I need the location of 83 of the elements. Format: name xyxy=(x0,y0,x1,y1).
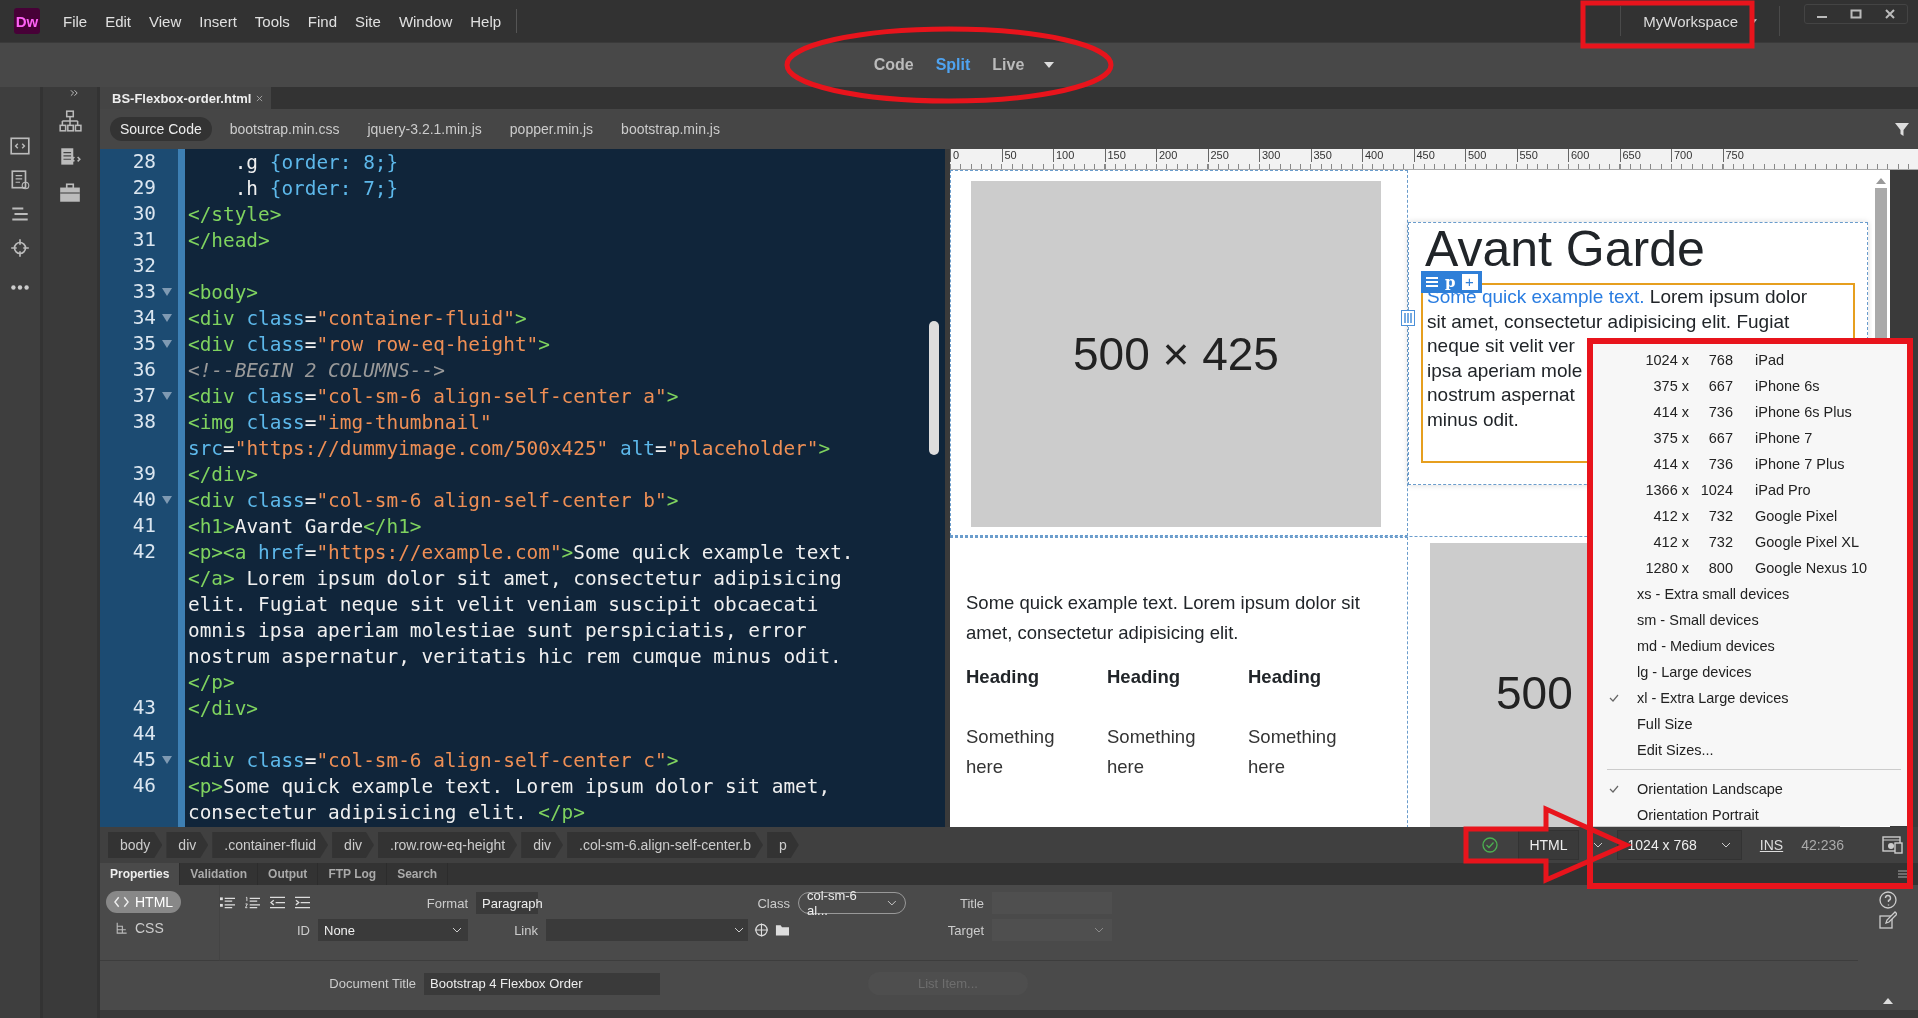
ruler-label: 600 xyxy=(1568,149,1620,162)
code-line: <p>Some quick example text. Lorem ipsum dolor sit amet, xyxy=(188,774,831,798)
code-line: consectetur adipisicing elit. </p> xyxy=(188,800,585,824)
code-line: </p> xyxy=(188,670,235,694)
ruler-label: 450 xyxy=(1413,149,1465,162)
code-line: .h {order: 7;} xyxy=(233,176,399,200)
line-number: 28 xyxy=(132,150,156,173)
code-line: <div class="row row-eq-height"> xyxy=(188,332,550,356)
code-line: <div class="col-sm-6 align-self-center a"> xyxy=(188,384,679,408)
line-number: 37 xyxy=(132,384,156,407)
line-number: 44 xyxy=(132,722,156,745)
ruler-label: 750 xyxy=(1722,149,1774,162)
image-caption: 500 xyxy=(1496,666,1573,720)
table-cell-text: Something here xyxy=(966,725,1056,779)
code-line: <p><a href="https://example.com">Some quick example text. xyxy=(188,540,854,564)
code-line: </a> Lorem ipsum dolor sit amet, consectetur adipisicing xyxy=(188,566,842,590)
field-label: Link xyxy=(513,922,538,938)
line-number: 36 xyxy=(132,358,156,381)
line-number: 34 xyxy=(132,306,156,329)
code-line: nostrum aspernatur, veritatis hic rem cumque minus odit. xyxy=(188,644,842,668)
table-cell-text: Something here xyxy=(1107,725,1197,779)
field-label: Title xyxy=(958,895,984,911)
line-number: 43 xyxy=(132,696,156,719)
paragraph-line: sit amet, consectetur adipisicing elit. Fugiat xyxy=(1427,309,1790,334)
code-line: <img class="img-thumbnail" xyxy=(188,410,492,434)
paragraph-line: minus odit. xyxy=(1427,407,1519,432)
code-line: elit. Fugiat neque sit velit veniam suscipit obcaecati xyxy=(188,592,819,616)
ruler-label: 500 xyxy=(1465,149,1517,162)
code-line: <div class="col-sm-6 align-self-center c"> xyxy=(188,748,679,772)
paragraph: Some quick example text. Lorem ipsum dolor sit amet, consectetur adipisicing elit. xyxy=(966,591,1361,645)
code-line: <div class="col-sm-6 align-self-center b"> xyxy=(188,488,679,512)
table-heading: Heading xyxy=(1248,666,1322,689)
line-number: 35 xyxy=(132,332,156,355)
line-number: 42 xyxy=(132,540,156,563)
field-label: Format xyxy=(425,895,468,911)
ruler-label: 550 xyxy=(1516,149,1568,162)
paragraph-line: neque sit velit ver xyxy=(1427,334,1575,358)
code-line: <!--BEGIN 2 COLUMNS--> xyxy=(188,358,445,382)
line-number: 29 xyxy=(132,176,156,199)
ruler-label: 350 xyxy=(1310,149,1362,162)
table-heading: Heading xyxy=(966,666,1040,689)
line-number: 30 xyxy=(132,202,156,225)
code-line: <body> xyxy=(188,280,259,304)
field-label: Document Title xyxy=(328,976,416,991)
ruler-label: 50 xyxy=(1001,149,1053,162)
field-label: Class xyxy=(756,895,790,911)
heading: Avant Garde xyxy=(1424,227,1705,271)
table-heading: Heading xyxy=(1107,666,1181,689)
code-line: </head> xyxy=(188,228,270,252)
line-number: 46 xyxy=(132,774,156,797)
line-number: 38 xyxy=(132,410,156,433)
ruler-label: 100 xyxy=(1053,149,1105,162)
ruler-label: 200 xyxy=(1156,149,1208,162)
line-number: 31 xyxy=(132,228,156,251)
code-line: omnis ipsa aperiam molestiae sunt perspiciatis, error xyxy=(188,618,807,642)
field-label: ID xyxy=(296,922,310,938)
ruler-label: 150 xyxy=(1104,149,1156,162)
ruler-label: 0 xyxy=(950,149,1002,162)
field-label: Target xyxy=(946,922,984,938)
cursor-position: 42:236 xyxy=(1801,837,1844,853)
app-logo: Dw xyxy=(14,8,40,34)
code-line: src="https://dummyimage.com/500x425" alt="placeholder"> xyxy=(188,436,831,460)
ruler-label: 300 xyxy=(1259,149,1311,162)
ruler-label: 400 xyxy=(1362,149,1414,162)
code-line: .g {order: 8;} xyxy=(233,150,399,174)
line-number: 32 xyxy=(132,254,156,277)
code-line: <h1>Avant Garde</h1> xyxy=(188,514,422,538)
code-line: <div class="container-fluid"> xyxy=(188,306,527,330)
ruler-label: 250 xyxy=(1207,149,1259,162)
ruler-label: 650 xyxy=(1619,149,1671,162)
code-line: </div> xyxy=(188,696,259,720)
line-number: 41 xyxy=(132,514,156,537)
code-line: </style> xyxy=(188,202,282,226)
paragraph-line: nostrum aspernat xyxy=(1427,383,1575,407)
line-number: 33 xyxy=(132,280,156,303)
line-number: 39 xyxy=(132,462,156,485)
line-number: 45 xyxy=(132,748,156,771)
line-number: 40 xyxy=(132,488,156,511)
ruler-label: 700 xyxy=(1671,149,1723,162)
table-cell-text: Something here xyxy=(1248,725,1338,779)
image-caption: 500 × 425 xyxy=(1073,327,1279,381)
code-line: </div> xyxy=(188,462,259,486)
paragraph-line: ipsa aperiam mole xyxy=(1427,358,1583,383)
